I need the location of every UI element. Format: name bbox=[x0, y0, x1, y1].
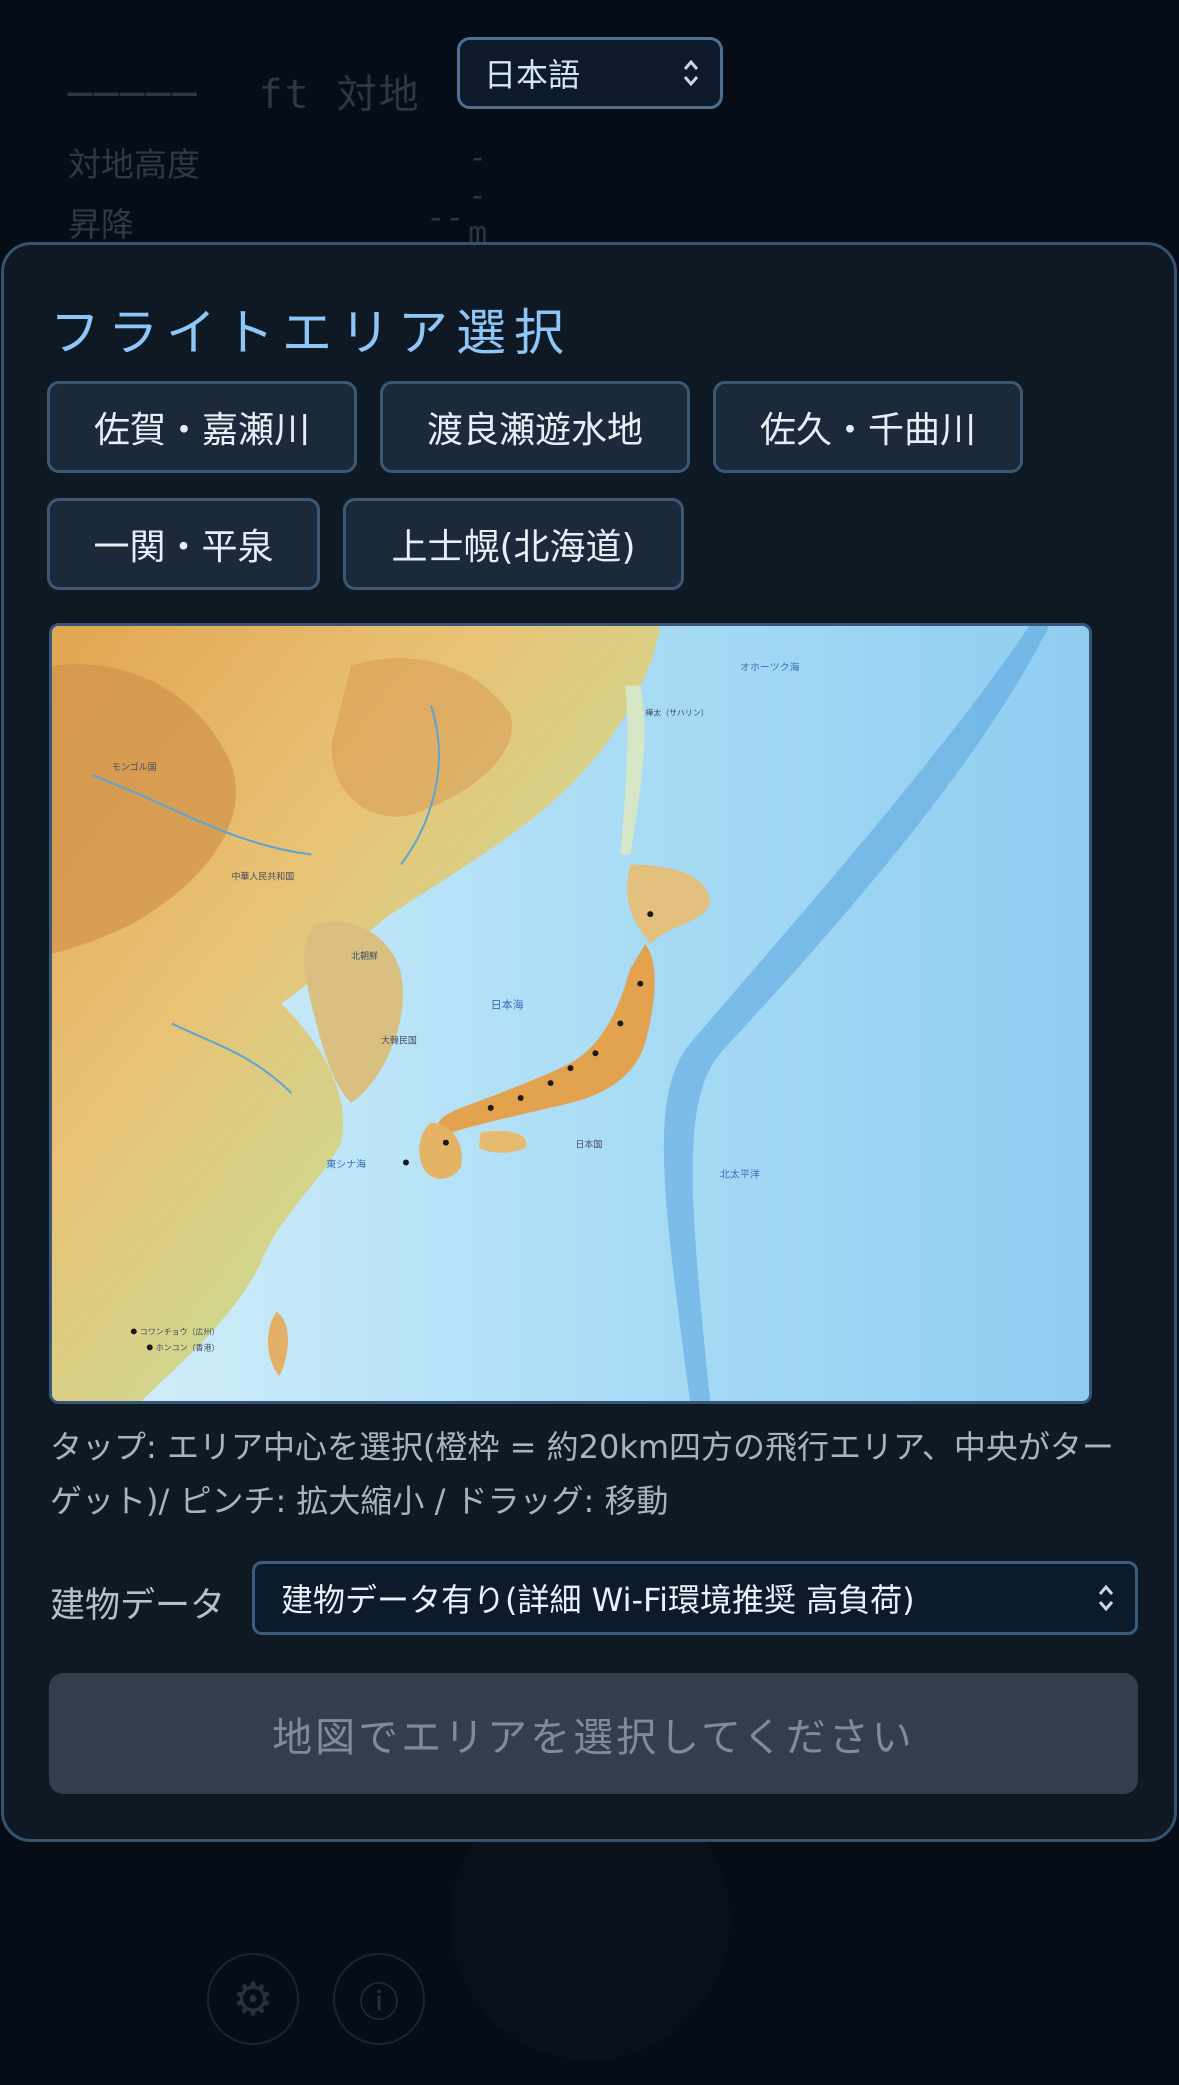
map-label-pacific: 北太平洋 bbox=[720, 1167, 760, 1180]
area-button-ichinoseki[interactable]: 一関・平泉 bbox=[47, 498, 320, 590]
map-label-mongolia: モンゴル国 bbox=[112, 761, 157, 773]
select-updown-icon bbox=[1098, 1584, 1114, 1612]
area-map[interactable]: オホーツク海 日本海 北太平洋 東シナ海 モンゴル国 中華人民共和国 北朝鮮 大… bbox=[49, 623, 1092, 1404]
map-label-guangzhou: コワンチョウ（広州） bbox=[140, 1326, 220, 1336]
area-button-saga[interactable]: 佐賀・嘉瀬川 bbox=[47, 381, 357, 473]
area-button-watarase[interactable]: 渡良瀬遊水地 bbox=[380, 381, 690, 473]
select-updown-icon bbox=[683, 59, 699, 87]
map-label-south-korea: 大韓民国 bbox=[381, 1034, 417, 1046]
settings-button[interactable]: ⚙ bbox=[207, 1953, 299, 2045]
agl-label: 対地高度 bbox=[68, 145, 200, 184]
flight-area-modal: フライトエリア選択 佐賀・嘉瀬川 渡良瀬遊水地 佐久・千曲川 一関・平泉 上士幌… bbox=[1, 242, 1177, 1842]
altitude-dashes: ───── bbox=[68, 72, 199, 118]
agl-row: 対地高度 -- m bbox=[68, 138, 487, 252]
map-help-text: タップ: エリア中心を選択(橙枠 = 約20km四方の飛行エリア、中央がターゲッ… bbox=[50, 1428, 1114, 1520]
confirm-area-button[interactable]: 地図でエリアを選択してください bbox=[49, 1673, 1138, 1794]
info-icon: ⓘ bbox=[359, 1980, 399, 2026]
gear-icon: ⚙ bbox=[232, 1972, 274, 2026]
language-select-value: 日本語 bbox=[484, 56, 581, 94]
map-canvas: オホーツク海 日本海 北太平洋 東シナ海 モンゴル国 中華人民共和国 北朝鮮 大… bbox=[52, 626, 1089, 1401]
building-data-select[interactable]: 建物データ有り(詳細 Wi-Fi環境推奨 高負荷) bbox=[252, 1561, 1138, 1635]
map-label-sakhalin: 樺太（サハリン） bbox=[645, 707, 708, 717]
info-button[interactable]: ⓘ bbox=[333, 1953, 425, 2045]
language-select[interactable]: 日本語 bbox=[457, 37, 723, 109]
map-label-japan: 日本国 bbox=[575, 1139, 602, 1151]
map-label-sea-of-japan: 日本海 bbox=[491, 998, 524, 1012]
building-data-label: 建物データ bbox=[50, 1586, 226, 1626]
map-label-east-china-sea: 東シナ海 bbox=[326, 1158, 366, 1171]
vs-label: 昇降 bbox=[68, 205, 134, 244]
map-label-hong-kong: ホンコン（香港） bbox=[156, 1342, 220, 1352]
altitude-readout: ───── ft 対地 bbox=[68, 62, 421, 120]
vs-row: 昇降 -- m/s bbox=[68, 198, 484, 274]
area-button-saku[interactable]: 佐久・千曲川 bbox=[713, 381, 1023, 473]
altitude-unit: ft 対地 bbox=[258, 72, 421, 118]
area-button-kamishihoro[interactable]: 上士幌(北海道) bbox=[343, 498, 684, 590]
map-label-okhotsk: オホーツク海 bbox=[740, 661, 800, 674]
modal-title: フライトエリア選択 bbox=[50, 304, 572, 362]
map-label-china: 中華人民共和国 bbox=[231, 870, 294, 882]
map-label-north-korea: 北朝鮮 bbox=[351, 950, 378, 962]
building-data-select-value: 建物データ有り(詳細 Wi-Fi環境推奨 高負荷) bbox=[281, 1581, 915, 1619]
